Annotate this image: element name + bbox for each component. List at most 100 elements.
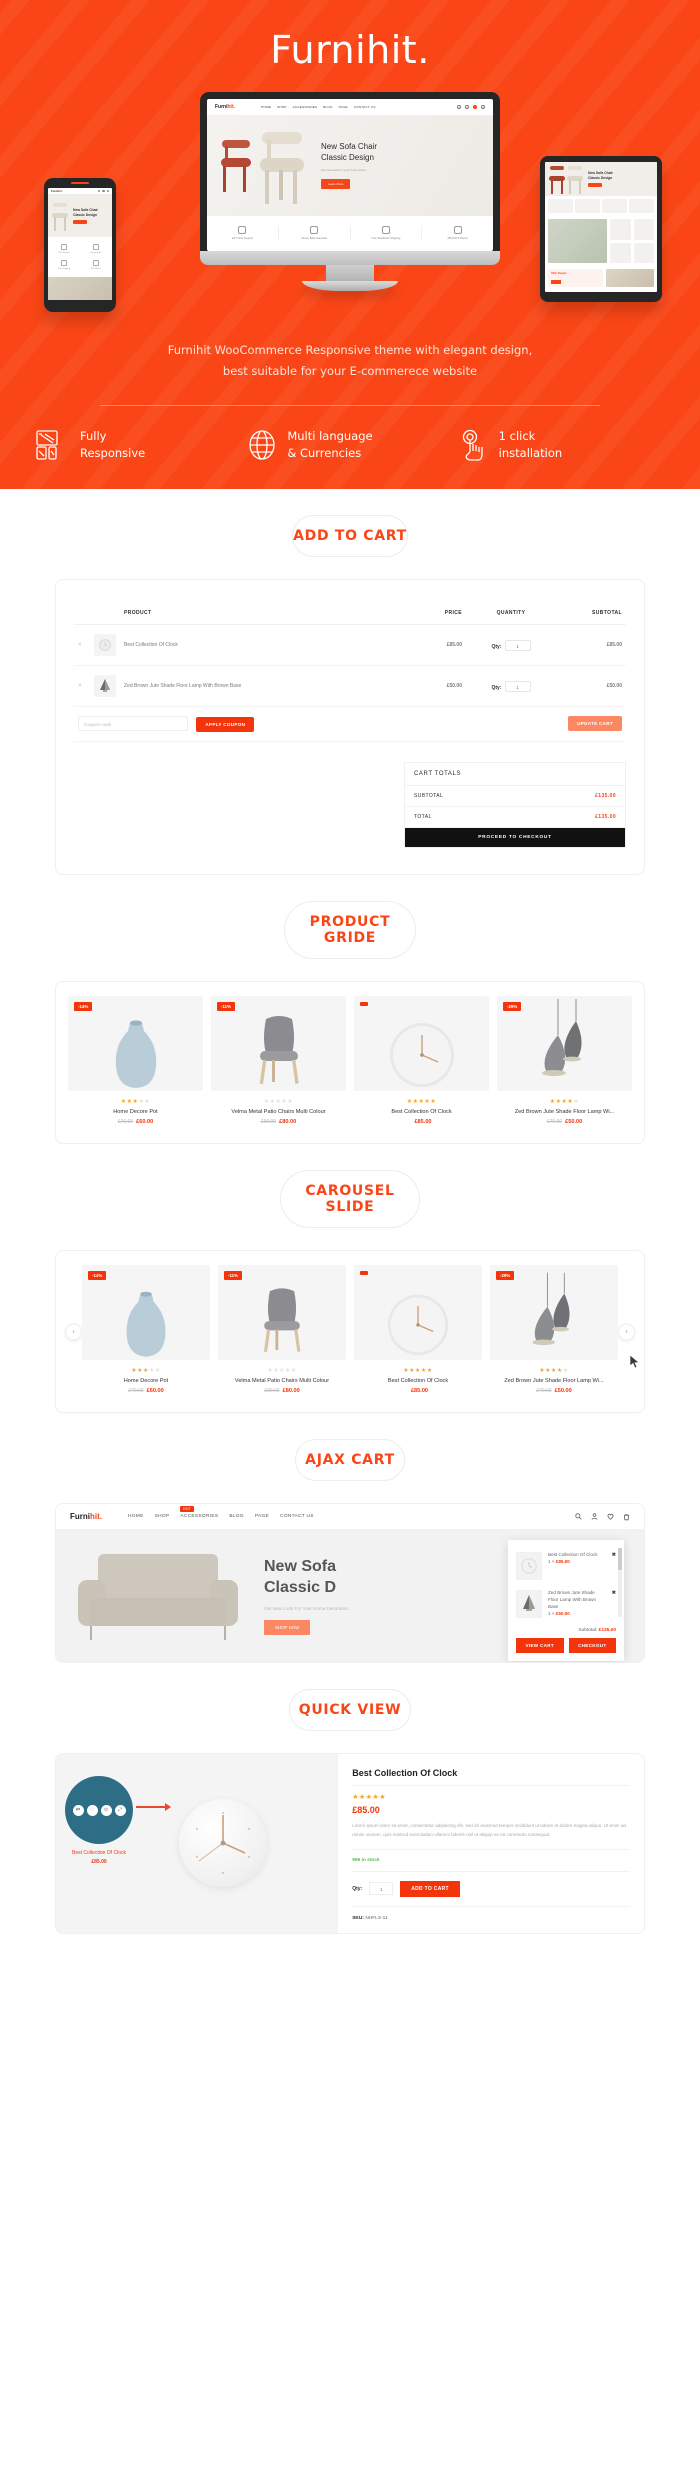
section-pill-ajax-cart[interactable]: AJAX CART bbox=[295, 1439, 405, 1482]
product-image: -14% bbox=[68, 996, 203, 1092]
menu-item-home: HOME bbox=[261, 105, 272, 109]
mockup-feature: Money Back Garanted bbox=[279, 226, 351, 240]
product-card[interactable]: -14% ★★★★★ Home Decore Pot £70.00 £60.00 bbox=[68, 996, 203, 1125]
phone-nav: Furnihit. bbox=[48, 188, 112, 195]
remove-item-button[interactable]: × bbox=[78, 683, 82, 689]
carousel-product-card[interactable]: ★★★★★ Best Collection Of Clock £85.00 bbox=[354, 1265, 482, 1394]
qty-input[interactable]: 1 bbox=[504, 639, 531, 651]
new-price: £80.00 bbox=[282, 1388, 300, 1395]
product-image: -14% bbox=[82, 1265, 210, 1361]
tablet-product-grid bbox=[545, 216, 657, 266]
phone-nav-icons bbox=[97, 189, 109, 193]
old-price: £70.00 bbox=[546, 1119, 563, 1126]
product-price: £70.00 £60.00 bbox=[82, 1388, 210, 1394]
cart-row: × Best Collection Of Clock £85.00 Qty: 1 … bbox=[74, 624, 626, 667]
user-icon bbox=[102, 189, 105, 193]
mouse-cursor-icon bbox=[629, 1354, 640, 1369]
product-grid: -14% ★★★★★ Home Decore Pot £70.00 £60.00 … bbox=[56, 982, 644, 1143]
update-cart-button[interactable]: UPDATE CART bbox=[568, 716, 622, 732]
cart-icon bbox=[106, 189, 109, 193]
checkout-button[interactable]: CHECKOUT bbox=[568, 1638, 616, 1654]
shop-now-button[interactable]: SHOP NOW bbox=[264, 1619, 311, 1635]
section-pill-quick-view[interactable]: QUICK VIEW bbox=[289, 1689, 411, 1732]
quick-view-details: Best Collection Of Clock ★★★★★ £85.00 Lo… bbox=[338, 1754, 644, 1932]
lamp-icon bbox=[100, 679, 110, 693]
mockup-feature: 365 DAYS Return bbox=[422, 226, 493, 240]
tablet-screen: New Sofa Chair Classic Design Offer Desi… bbox=[545, 162, 657, 292]
wishlist-heart-icon[interactable] bbox=[607, 1513, 614, 1520]
mockup-hero-button: Learn More bbox=[321, 178, 351, 189]
ajax-menu-item-shop[interactable]: SHOP bbox=[155, 1514, 170, 1519]
mini-cart-scrollbar[interactable] bbox=[618, 1548, 622, 1618]
search-icon[interactable] bbox=[575, 1513, 582, 1520]
sofa-illustration bbox=[74, 1550, 242, 1642]
red-chair-illustration bbox=[219, 136, 253, 196]
ajax-menu-item-accessories[interactable]: ACCESSORIES bbox=[180, 1514, 218, 1519]
add-to-cart-button[interactable]: ADD TO CART bbox=[400, 1880, 460, 1897]
quick-view-icon[interactable]: ⊙ bbox=[100, 1804, 112, 1816]
remove-item-button[interactable]: × bbox=[78, 642, 82, 648]
thumbnail-product-name: Best Collection Of Clock bbox=[72, 1850, 126, 1857]
responsive-devices-icon bbox=[36, 430, 58, 460]
mini-cart-subtotal-value: £135.00 bbox=[598, 1628, 616, 1634]
ajax-menu-item-page[interactable]: PAGE bbox=[255, 1514, 269, 1519]
section-pill-add-to-cart[interactable]: ADD TO CART bbox=[292, 515, 408, 558]
cart-icon[interactable] bbox=[623, 1513, 630, 1521]
mini-cart-remove-button[interactable]: ✖ bbox=[612, 1590, 616, 1618]
compare-icon[interactable]: ⇄ bbox=[72, 1804, 84, 1816]
carousel-next-button[interactable]: › bbox=[618, 1323, 635, 1341]
user-icon[interactable] bbox=[591, 1513, 598, 1520]
apply-coupon-button[interactable]: APPLY COUPON bbox=[196, 717, 255, 733]
product-thumbnail bbox=[94, 634, 116, 657]
tablet-promo: Offer Design bbox=[545, 266, 657, 290]
proceed-to-checkout-button[interactable]: PROCEED TO CHECKOUT bbox=[405, 828, 625, 848]
ajax-hero-sub: Get New Look For Your Home Decoration bbox=[264, 1605, 349, 1611]
discount-badge: -29% bbox=[503, 1002, 522, 1012]
ajax-menu-item-contact[interactable]: CONTACT US bbox=[280, 1514, 314, 1519]
view-cart-button[interactable]: VIEW CART bbox=[516, 1638, 564, 1654]
ajax-menu-item-home[interactable]: HOME bbox=[128, 1514, 144, 1519]
qty-input[interactable]: 1 bbox=[504, 680, 531, 692]
cart-total-row: TOTAL £135.00 bbox=[405, 807, 625, 829]
zoom-icon[interactable]: ⤢ bbox=[114, 1804, 126, 1816]
product-card[interactable]: -11% ★★★★★ Velma Metal Patio Chairs Mult… bbox=[211, 996, 346, 1125]
user-icon bbox=[465, 105, 469, 109]
mini-cart-remove-button[interactable]: ✖ bbox=[612, 1552, 616, 1580]
clock-icon bbox=[521, 1558, 537, 1575]
tablet-promo-title: Offer Design bbox=[551, 272, 567, 275]
section-product-gride: PRODUCT GRIDE -14% ★★★★★ Home Decore Pot… bbox=[0, 875, 700, 1145]
product-rating: ★★★★★ bbox=[267, 1368, 297, 1375]
section-pill-product-gride[interactable]: PRODUCT GRIDE bbox=[284, 901, 416, 960]
new-price: £50.00 bbox=[565, 1119, 583, 1126]
mini-cart-subtotal-label: Subtotal: bbox=[578, 1628, 598, 1634]
product-tools: ⇄ ♡ ⊙ ⤢ bbox=[72, 1804, 126, 1816]
product-card[interactable]: ★★★★★ Best Collection Of Clock £85.00 bbox=[354, 996, 489, 1125]
mockup-feature: Free Worldwide Shipping bbox=[351, 226, 423, 240]
product-card[interactable]: -29% ★★★★★ Zed Brown Jute Shade Floor La… bbox=[497, 996, 632, 1125]
product-price: £70.00 £60.00 bbox=[68, 1119, 203, 1125]
section-quick-view: QUICK VIEW ⇄ ♡ ⊙ ⤢ Best Collection Of Cl… bbox=[0, 1663, 700, 1934]
ajax-hero-title-l2: Classic D bbox=[264, 1579, 337, 1597]
phone-feature: Money Back bbox=[80, 241, 112, 257]
ajax-menu-item-blog[interactable]: BLOG bbox=[229, 1514, 244, 1519]
carousel-product-card[interactable]: -14% ★★★★★ Home Decore Pot £70.00 £60.00 bbox=[82, 1265, 210, 1394]
mockup-feature: 24/7 Chat Support bbox=[207, 226, 279, 240]
carousel-product-card[interactable]: -29% ★★★★★ Zed Brown Jute Shade Floor La… bbox=[490, 1265, 618, 1394]
product-image: -11% bbox=[211, 996, 346, 1092]
hot-badge: HOT bbox=[180, 1506, 195, 1513]
phone-hero-button bbox=[73, 219, 87, 224]
clock-illustration bbox=[389, 1023, 454, 1088]
search-icon bbox=[97, 189, 100, 193]
carousel-prev-button[interactable]: ‹ bbox=[65, 1323, 82, 1341]
section-pill-carousel-slide[interactable]: CAROUSEL SLIDE bbox=[280, 1170, 420, 1229]
qty-label: Qty: bbox=[491, 643, 502, 650]
quick-view-card: ⇄ ♡ ⊙ ⤢ Best Collection Of Clock £85.00 bbox=[55, 1753, 645, 1934]
globe-icon bbox=[249, 430, 275, 460]
qty-input[interactable]: 1 bbox=[369, 1882, 394, 1896]
search-icon bbox=[457, 105, 461, 109]
mini-cart-thumb bbox=[516, 1590, 542, 1619]
coupon-input[interactable]: Coupon code bbox=[78, 716, 188, 732]
wishlist-icon[interactable]: ♡ bbox=[86, 1804, 98, 1816]
product-image: -29% bbox=[497, 996, 632, 1092]
carousel-product-card[interactable]: -11% ★★★★★ Velma Metal Patio Chairs Mult… bbox=[218, 1265, 346, 1394]
